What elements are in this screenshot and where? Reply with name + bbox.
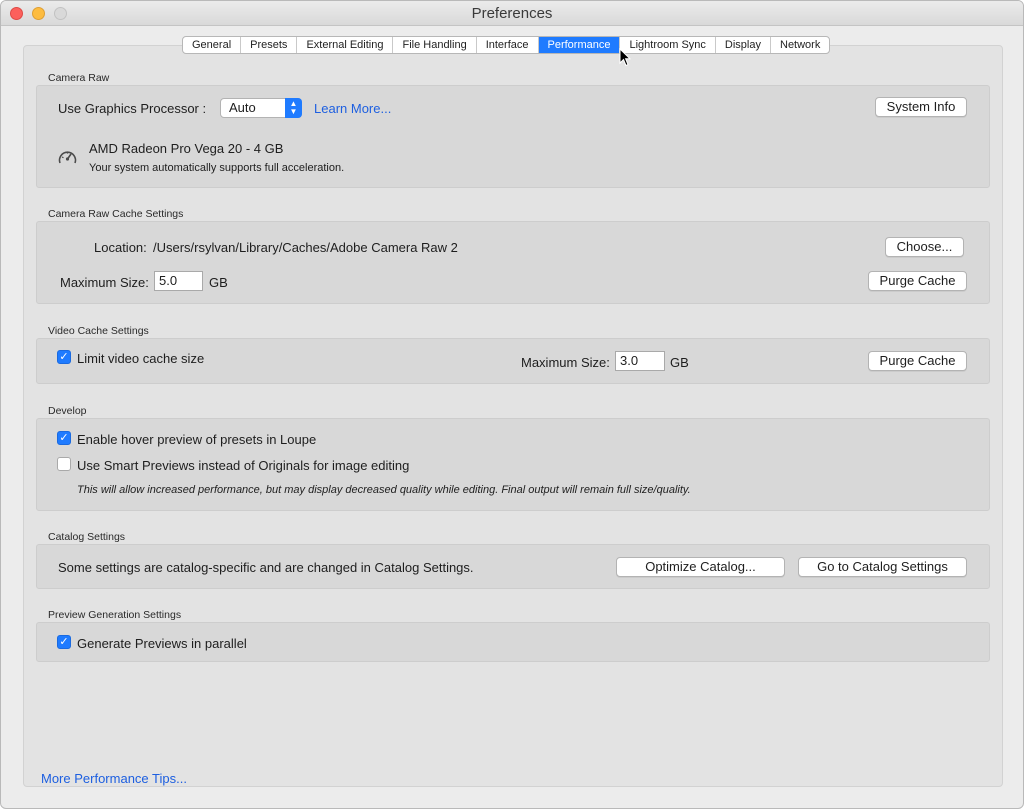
limit-video-cache-checkbox[interactable]: ✓ xyxy=(57,350,71,364)
tab-external-editing[interactable]: External Editing xyxy=(297,37,394,53)
tab-file-handling[interactable]: File Handling xyxy=(393,37,477,53)
choose-button[interactable]: Choose... xyxy=(885,237,964,257)
cache-location-path: /Users/rsylvan/Library/Caches/Adobe Came… xyxy=(153,240,458,255)
develop-heading: Develop xyxy=(48,405,87,417)
tab-interface[interactable]: Interface xyxy=(477,37,539,53)
cache-heading: Camera Raw Cache Settings xyxy=(48,208,184,220)
video-max-size-label: Maximum Size: xyxy=(521,355,610,370)
tab-display[interactable]: Display xyxy=(716,37,771,53)
catalog-description: Some settings are catalog-specific and a… xyxy=(58,560,474,575)
hover-preview-label: Enable hover preview of presets in Loupe xyxy=(77,432,317,447)
video-unit: GB xyxy=(670,355,689,370)
tab-lightroom-sync[interactable]: Lightroom Sync xyxy=(620,37,716,53)
tab-general[interactable]: General xyxy=(183,37,242,53)
cache-max-size-field[interactable]: 5.0 xyxy=(154,271,203,291)
mouse-cursor-icon xyxy=(619,48,631,67)
video-purge-cache-button[interactable]: Purge Cache xyxy=(868,351,967,371)
video-max-size-field[interactable]: 3.0 xyxy=(615,351,665,371)
gpu-status: Your system automatically supports full … xyxy=(89,162,345,174)
gpu-name: AMD Radeon Pro Vega 20 - 4 GB xyxy=(89,141,284,156)
preferences-tabs: General Presets External Editing File Ha… xyxy=(182,36,831,54)
learn-more-link[interactable]: Learn More... xyxy=(314,101,391,116)
develop-note: This will allow increased performance, b… xyxy=(77,484,691,496)
parallel-previews-checkbox[interactable]: ✓ xyxy=(57,635,71,649)
preferences-window: Preferences General Presets External Edi… xyxy=(0,0,1024,809)
gauge-icon xyxy=(58,151,77,164)
performance-tips-link[interactable]: More Performance Tips... xyxy=(41,771,187,786)
smart-previews-checkbox[interactable] xyxy=(57,457,71,471)
window-title: Preferences xyxy=(471,5,553,22)
cache-group xyxy=(36,221,990,304)
go-to-catalog-settings-button[interactable]: Go to Catalog Settings xyxy=(798,557,967,577)
tab-presets[interactable]: Presets xyxy=(241,37,298,53)
cache-unit: GB xyxy=(209,275,228,290)
video-cache-heading: Video Cache Settings xyxy=(48,325,149,337)
title-bar: Preferences xyxy=(1,1,1023,26)
camera-raw-heading: Camera Raw xyxy=(48,72,110,84)
cache-location-label: Location: xyxy=(94,240,147,255)
gpu-label: Use Graphics Processor : xyxy=(58,101,207,116)
hover-preview-checkbox[interactable]: ✓ xyxy=(57,431,71,445)
tab-network[interactable]: Network xyxy=(771,37,829,53)
gpu-select-value: Auto xyxy=(229,100,256,115)
gpu-select[interactable]: Auto ▲ ▼ xyxy=(220,98,302,118)
preview-heading: Preview Generation Settings xyxy=(48,609,182,621)
cache-max-size-label: Maximum Size: xyxy=(60,275,149,290)
parallel-previews-label: Generate Previews in parallel xyxy=(77,636,247,651)
tab-performance[interactable]: Performance xyxy=(538,37,621,53)
catalog-heading: Catalog Settings xyxy=(48,531,126,543)
limit-video-cache-label: Limit video cache size xyxy=(77,351,205,366)
system-info-button[interactable]: System Info xyxy=(875,97,967,117)
optimize-catalog-button[interactable]: Optimize Catalog... xyxy=(616,557,785,577)
purge-cache-button[interactable]: Purge Cache xyxy=(868,271,967,291)
smart-previews-label: Use Smart Previews instead of Originals … xyxy=(77,458,410,473)
chevron-updown-icon: ▲ ▼ xyxy=(285,98,302,118)
